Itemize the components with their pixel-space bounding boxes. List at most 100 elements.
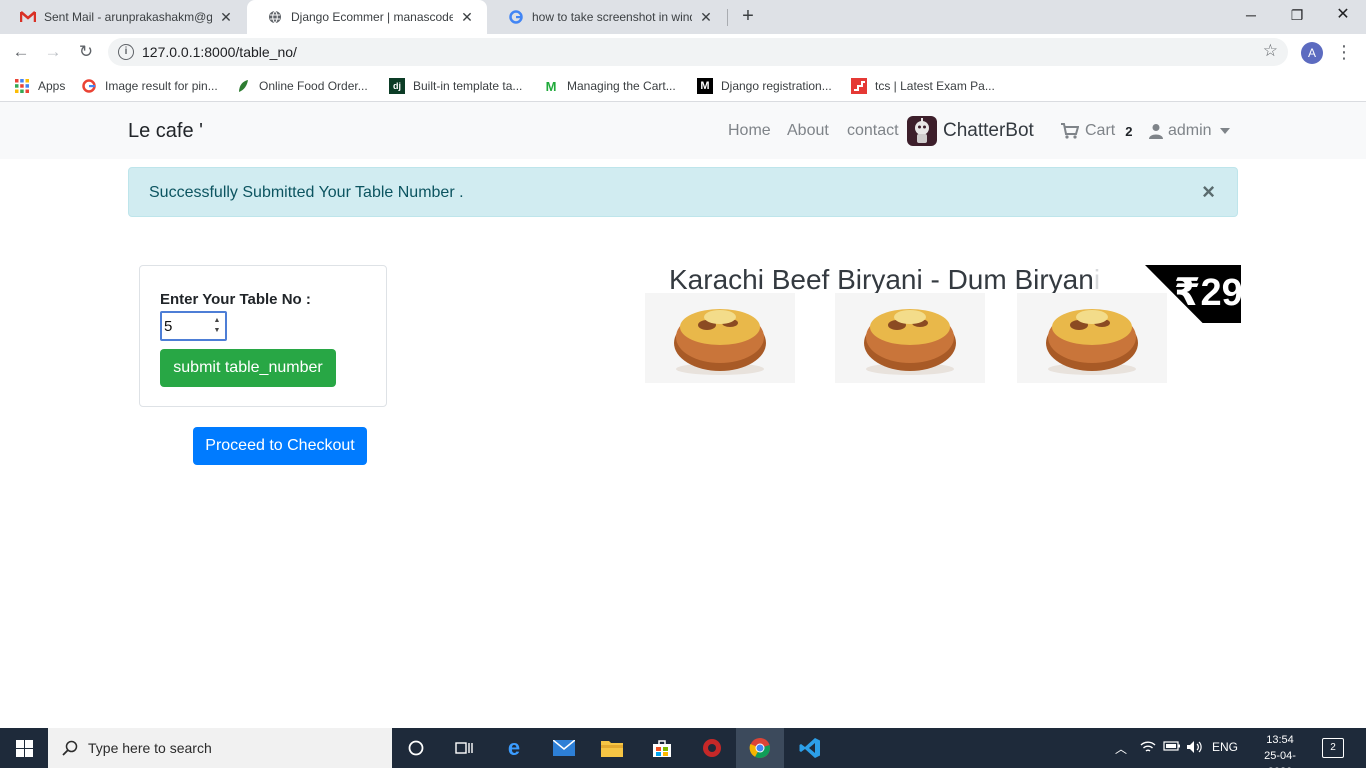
cart-label: Cart xyxy=(1085,122,1116,139)
store-icon[interactable] xyxy=(638,728,686,768)
address-bar[interactable]: i 127.0.0.1:8000/table_no/ ☆ xyxy=(108,38,1288,66)
tab-how-to-take-screenshot[interactable]: how to take screenshot in windo ✕ xyxy=(488,0,726,34)
bookmarks-bar: Apps Image result for pin... Online Food… xyxy=(0,70,1366,102)
nav-about[interactable]: About xyxy=(787,122,829,140)
bookmark-label: Managing the Cart... xyxy=(567,79,676,93)
taskbar-clock[interactable]: 13:54 25-04-2020 xyxy=(1252,732,1308,768)
url-text[interactable]: 127.0.0.1:8000/table_no/ xyxy=(142,44,297,60)
new-tab-button[interactable]: + xyxy=(736,4,760,28)
user-label: admin xyxy=(1168,122,1212,139)
windows-start-icon[interactable] xyxy=(0,728,48,768)
site-info-icon[interactable]: i xyxy=(118,44,134,60)
cart-count-badge: 2 xyxy=(1125,123,1133,139)
tray-chevron-up-icon[interactable]: ︿ xyxy=(1115,740,1127,757)
bookmark-tcs-latest[interactable]: tcs | Latest Exam Pa... xyxy=(851,76,995,96)
globe-icon xyxy=(267,9,283,25)
site-navbar: Le cafe ' Home About contact ChatterBot … xyxy=(0,102,1366,159)
bookmark-star-icon[interactable]: ☆ xyxy=(1263,41,1278,61)
edge-browser-icon[interactable]: e xyxy=(490,728,538,768)
table-number-input[interactable]: 5 ▲ ▼ xyxy=(160,311,227,341)
bookmark-built-in-template[interactable]: dj Built-in template ta... xyxy=(389,76,522,96)
profile-avatar[interactable]: A xyxy=(1301,42,1323,64)
nav-cart[interactable]: Cart 2 xyxy=(1061,122,1132,140)
table-number-form: Enter Your Table No : 5 ▲ ▼ submit table_… xyxy=(139,265,387,407)
bookmark-django-registration[interactable]: M Django registration... xyxy=(697,76,832,96)
bookmark-label: Django registration... xyxy=(721,79,832,93)
bookmark-label: Apps xyxy=(38,79,66,93)
nav-chatterbot[interactable]: ChatterBot xyxy=(907,115,1034,147)
alert-message: Successfully Submitted Your Table Number… xyxy=(149,184,464,201)
alert-close-button[interactable]: × xyxy=(1202,181,1215,203)
minimize-button[interactable]: ─ xyxy=(1228,0,1274,32)
tab-django-ecommer[interactable]: Django Ecommer | manascode.com ✕ xyxy=(247,0,487,34)
search-icon xyxy=(62,740,78,756)
m-logo-icon: M xyxy=(545,78,557,94)
battery-icon[interactable] xyxy=(1163,740,1181,755)
tcs-icon xyxy=(851,78,867,94)
apps-grid-icon xyxy=(14,78,30,94)
windows-taskbar: Type here to search e ︿ ENG 13:54 25-04-… xyxy=(0,728,1366,768)
medium-icon: M xyxy=(697,78,713,94)
proceed-to-checkout-button[interactable]: Proceed to Checkout xyxy=(193,427,367,465)
bookmark-label: Image result for pin... xyxy=(105,79,218,93)
product-title-tail: i xyxy=(1093,264,1101,295)
chevron-down-icon xyxy=(1219,128,1230,134)
restore-button[interactable]: ❐ xyxy=(1274,0,1320,32)
submit-table-number-button[interactable]: submit table_number xyxy=(160,349,336,387)
vscode-icon[interactable] xyxy=(786,728,834,768)
user-icon xyxy=(1149,123,1163,139)
mail-icon[interactable] xyxy=(540,728,588,768)
biryani-image-3 xyxy=(1017,293,1167,383)
django-icon: dj xyxy=(389,78,405,94)
bookmark-image-result[interactable]: Image result for pin... xyxy=(81,76,218,96)
product-title: Karachi Beef Biryani - Dum Biryani xyxy=(669,264,1100,296)
search-placeholder: Type here to search xyxy=(88,740,212,756)
product-price: ₹29 xyxy=(1174,272,1243,314)
bookmark-label: Online Food Order... xyxy=(259,79,368,93)
task-view-icon[interactable] xyxy=(440,728,488,768)
close-window-button[interactable]: ✕ xyxy=(1320,0,1366,32)
volume-icon[interactable] xyxy=(1186,740,1204,757)
notification-center-icon[interactable]: 2 xyxy=(1322,738,1344,758)
cortana-icon[interactable] xyxy=(392,728,440,768)
number-spinner-icon[interactable]: ▲ ▼ xyxy=(212,316,222,336)
language-indicator[interactable]: ENG xyxy=(1212,740,1238,754)
user-dropdown[interactable]: admin xyxy=(1149,122,1230,140)
close-tab-icon[interactable]: ✕ xyxy=(218,9,234,26)
bookmark-apps[interactable]: Apps xyxy=(14,76,65,96)
table-number-label: Enter Your Table No : xyxy=(160,291,311,308)
chatterbot-logo-icon xyxy=(907,116,937,146)
tab-title: Django Ecommer | manascode.com xyxy=(291,10,453,24)
menu-kebab-icon[interactable]: ⋮ xyxy=(1335,40,1353,64)
nav-contact[interactable]: contact xyxy=(847,122,899,140)
cart-icon xyxy=(1061,123,1079,139)
chatterbot-label: ChatterBot xyxy=(943,120,1034,141)
bookmark-label: tcs | Latest Exam Pa... xyxy=(875,79,995,93)
gmail-icon xyxy=(20,9,36,25)
product-title-text: Karachi Beef Biryani - Dum Biryan xyxy=(669,264,1094,295)
google-icon xyxy=(81,78,97,94)
taskbar-search-box[interactable]: Type here to search xyxy=(48,728,392,768)
clock-date: 25-04-2020 xyxy=(1264,750,1296,768)
close-tab-icon[interactable]: ✕ xyxy=(459,9,475,26)
nav-home[interactable]: Home xyxy=(728,122,771,140)
google-icon xyxy=(508,9,524,25)
reload-icon[interactable]: ↻ xyxy=(74,40,98,64)
bookmark-label: Built-in template ta... xyxy=(413,79,523,93)
biryani-image-1 xyxy=(645,293,795,383)
chrome-taskbar-icon[interactable] xyxy=(736,728,784,768)
browser-tab-strip: Sent Mail - arunprakashakm@gm ✕ Django E… xyxy=(0,0,1366,34)
success-alert: Successfully Submitted Your Table Number… xyxy=(128,167,1238,217)
tab-sent-mail[interactable]: Sent Mail - arunprakashakm@gm ✕ xyxy=(0,0,246,34)
bookmark-online-food[interactable]: Online Food Order... xyxy=(235,76,368,96)
red-app-icon[interactable] xyxy=(688,728,736,768)
back-arrow-icon[interactable]: ← xyxy=(9,40,33,64)
brand-link[interactable]: Le cafe ' xyxy=(128,120,203,143)
wifi-icon[interactable] xyxy=(1140,740,1156,757)
table-number-value[interactable]: 5 xyxy=(164,318,172,335)
close-tab-icon[interactable]: ✕ xyxy=(698,9,714,26)
bookmark-managing-cart[interactable]: M Managing the Cart... xyxy=(543,76,676,96)
file-explorer-icon[interactable] xyxy=(588,728,636,768)
tab-title: Sent Mail - arunprakashakm@gm xyxy=(44,10,212,24)
forward-arrow-icon[interactable]: → xyxy=(41,40,65,64)
